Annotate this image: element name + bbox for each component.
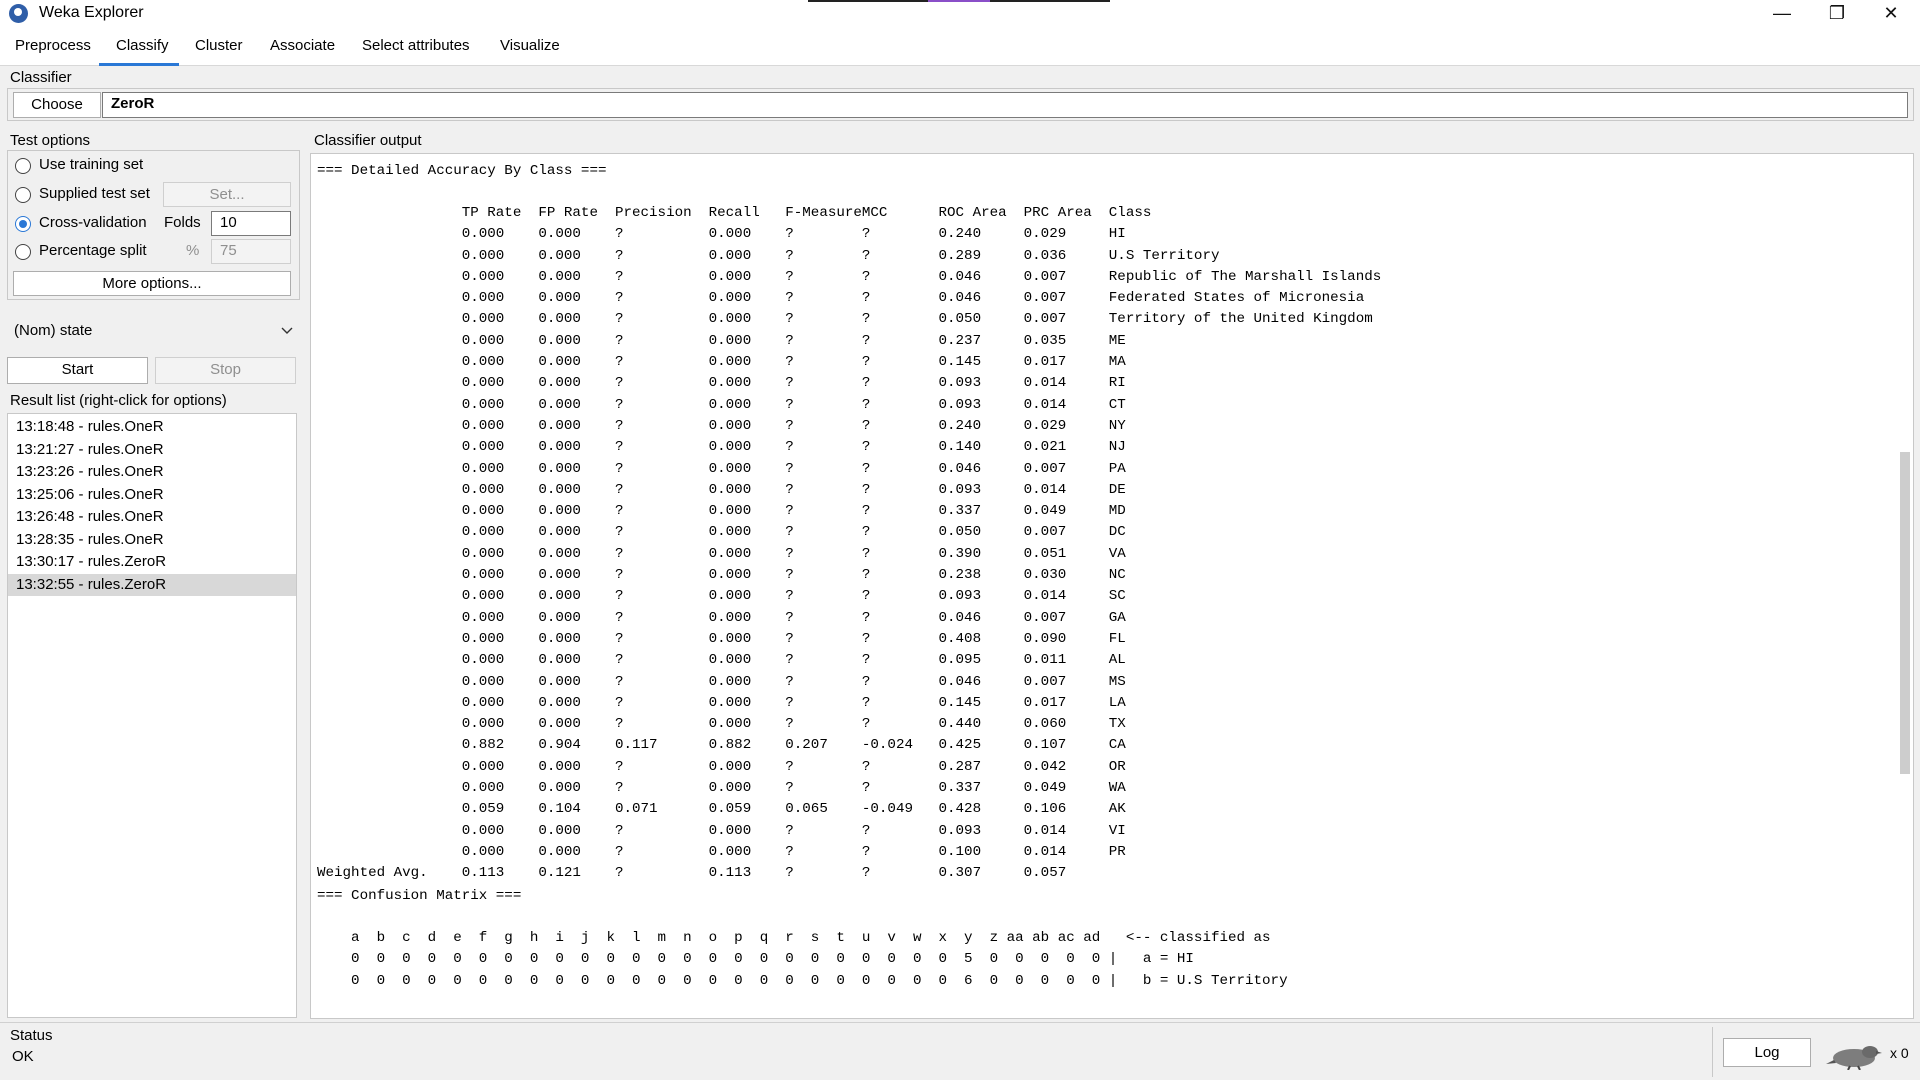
weka-bird-icon[interactable] (1826, 1040, 1882, 1070)
tab-bar: Preprocess Classify Cluster Associate Se… (0, 27, 1920, 66)
result-item[interactable]: 13:30:17 - rules.ZeroR (8, 551, 296, 574)
accuracy-row: 0.000 0.000 ? 0.000 ? ? 0.440 0.060 TX (317, 716, 1126, 733)
accuracy-row: 0.000 0.000 ? 0.000 ? ? 0.093 0.014 RI (317, 375, 1126, 392)
accuracy-row: 0.000 0.000 ? 0.000 ? ? 0.046 0.007 Fede… (317, 290, 1365, 307)
folds-input[interactable]: 10 (211, 211, 291, 236)
title-progress-strip (808, 0, 1110, 2)
class-attribute-select[interactable]: (Nom) state (7, 316, 300, 346)
log-button[interactable]: Log (1723, 1038, 1811, 1067)
accuracy-row: 0.000 0.000 ? 0.000 ? ? 0.050 0.007 DC (317, 524, 1126, 541)
result-list-label: Result list (right-click for options) (10, 392, 227, 409)
accuracy-row: 0.000 0.000 ? 0.000 ? ? 0.046 0.007 PA (317, 460, 1126, 477)
accuracy-row: 0.000 0.000 ? 0.000 ? ? 0.046 0.007 MS (317, 673, 1126, 690)
tab-associate[interactable]: Associate (270, 37, 335, 54)
accuracy-row: 0.000 0.000 ? 0.000 ? ? 0.337 0.049 MD (317, 503, 1126, 520)
accuracy-row: 0.000 0.000 ? 0.000 ? ? 0.287 0.042 OR (317, 758, 1126, 775)
output-scrollbar-thumb[interactable] (1900, 452, 1910, 774)
set-test-set-button[interactable]: Set... (163, 182, 291, 207)
stop-button[interactable]: Stop (155, 357, 296, 384)
task-count: x 0 (1890, 1045, 1909, 1061)
accuracy-row: 0.000 0.000 ? 0.000 ? ? 0.289 0.036 U.S … (317, 247, 1220, 264)
accuracy-row: 0.000 0.000 ? 0.000 ? ? 0.337 0.049 WA (317, 780, 1126, 797)
percentage-input[interactable]: 75 (211, 239, 291, 264)
percentage-split-radio[interactable] (15, 244, 31, 260)
accuracy-column-headers: TP Rate FP Rate Precision Recall F-Measu… (317, 205, 1152, 221)
use-training-set-label: Use training set (39, 156, 144, 173)
choose-classifier-button[interactable]: Choose (13, 92, 101, 118)
supplied-test-set-radio[interactable] (15, 187, 31, 203)
accuracy-row: 0.000 0.000 ? 0.000 ? ? 0.093 0.014 DE (317, 481, 1126, 498)
active-tab-indicator (99, 63, 179, 66)
confusion-column-headers: a b c d e f g h i j k l m n o p q r s t … (317, 930, 1271, 946)
percent-symbol: % (186, 242, 200, 259)
accuracy-row: 0.000 0.000 ? 0.000 ? ? 0.100 0.014 PR (317, 843, 1126, 860)
confusion-row: 0 0 0 0 0 0 0 0 0 0 0 0 0 0 0 0 0 0 0 0 … (317, 951, 1194, 968)
more-options-button[interactable]: More options... (13, 271, 291, 296)
close-button[interactable]: ✕ (1864, 0, 1918, 27)
status-text: OK (12, 1048, 34, 1065)
start-button[interactable]: Start (7, 357, 148, 384)
accuracy-row: 0.000 0.000 ? 0.000 ? ? 0.408 0.090 FL (317, 630, 1126, 647)
accuracy-header: === Detailed Accuracy By Class === (317, 163, 607, 179)
minimize-button[interactable]: — (1755, 0, 1809, 27)
status-label: Status (10, 1027, 53, 1044)
accuracy-row: 0.000 0.000 ? 0.000 ? ? 0.237 0.035 ME (317, 332, 1126, 349)
classifier-group-label: Classifier (10, 69, 72, 86)
accuracy-row: 0.000 0.000 ? 0.000 ? ? 0.390 0.051 VA (317, 545, 1126, 562)
confusion-matrix: a b c d e f g h i j k l m n o p q r s t … (317, 928, 1288, 992)
accuracy-row: 0.000 0.000 ? 0.000 ? ? 0.145 0.017 MA (317, 354, 1126, 371)
result-item-selected[interactable]: 13:32:55 - rules.ZeroR (8, 573, 296, 596)
accuracy-row: 0.000 0.000 ? 0.000 ? ? 0.093 0.014 VI (317, 822, 1126, 839)
result-item[interactable]: 13:26:48 - rules.OneR (8, 506, 296, 529)
result-item[interactable]: 13:21:27 - rules.OneR (8, 439, 296, 462)
use-training-set-radio[interactable] (15, 158, 31, 174)
cross-validation-radio[interactable] (15, 216, 31, 232)
result-item[interactable]: 13:25:06 - rules.OneR (8, 484, 296, 507)
accuracy-row: 0.000 0.000 ? 0.000 ? ? 0.046 0.007 GA (317, 609, 1126, 626)
classifier-output-label: Classifier output (314, 132, 422, 149)
tab-cluster[interactable]: Cluster (195, 37, 243, 54)
accuracy-row: 0.000 0.000 ? 0.000 ? ? 0.240 0.029 NY (317, 417, 1126, 434)
accuracy-row: 0.000 0.000 ? 0.000 ? ? 0.046 0.007 Repu… (317, 268, 1382, 285)
accuracy-row: 0.000 0.000 ? 0.000 ? ? 0.145 0.017 LA (317, 694, 1126, 711)
accuracy-row: 0.000 0.000 ? 0.000 ? ? 0.238 0.030 NC (317, 567, 1126, 584)
accuracy-row: 0.000 0.000 ? 0.000 ? ? 0.140 0.021 NJ (317, 439, 1126, 456)
chevron-down-icon (281, 327, 293, 334)
tab-visualize[interactable]: Visualize (500, 37, 560, 54)
result-item[interactable]: 13:23:26 - rules.OneR (8, 461, 296, 484)
confusion-row: 0 0 0 0 0 0 0 0 0 0 0 0 0 0 0 0 0 0 0 0 … (317, 972, 1288, 989)
status-divider (1712, 1027, 1713, 1077)
result-item[interactable]: 13:18:48 - rules.OneR (8, 416, 296, 439)
accuracy-table: TP Rate FP Rate Precision Recall F-Measu… (317, 203, 1381, 885)
title-bar: Weka Explorer — ❐ ✕ (0, 0, 1920, 27)
cross-validation-label: Cross-validation (39, 214, 147, 231)
accuracy-row: 0.059 0.104 0.071 0.059 0.065 -0.049 0.4… (317, 801, 1126, 818)
tab-classify[interactable]: Classify (116, 37, 169, 54)
test-options-label: Test options (10, 132, 91, 149)
tab-preprocess[interactable]: Preprocess (15, 37, 91, 54)
accuracy-row: Weighted Avg. 0.113 0.121 ? 0.113 ? ? 0.… (317, 865, 1109, 882)
window-title: Weka Explorer (39, 4, 144, 21)
result-list: 13:18:48 - rules.OneR 13:21:27 - rules.O… (7, 413, 297, 1018)
accuracy-row: 0.000 0.000 ? 0.000 ? ? 0.093 0.014 SC (317, 588, 1126, 605)
supplied-test-set-label: Supplied test set (39, 185, 150, 202)
accuracy-row: 0.882 0.904 0.117 0.882 0.207 -0.024 0.4… (317, 737, 1126, 754)
status-bar: Status OK Log x 0 (0, 1022, 1920, 1080)
accuracy-row: 0.000 0.000 ? 0.000 ? ? 0.093 0.014 CT (317, 396, 1126, 413)
tab-select-attributes[interactable]: Select attributes (362, 37, 470, 54)
percentage-split-label: Percentage split (39, 242, 147, 259)
result-item[interactable]: 13:28:35 - rules.OneR (8, 529, 296, 552)
maximize-button[interactable]: ❐ (1810, 0, 1864, 27)
folds-label: Folds (164, 214, 201, 231)
accuracy-row: 0.000 0.000 ? 0.000 ? ? 0.240 0.029 HI (317, 226, 1126, 243)
accuracy-row: 0.000 0.000 ? 0.000 ? ? 0.050 0.007 Terr… (317, 311, 1373, 328)
class-attribute-value: (Nom) state (14, 322, 93, 339)
accuracy-row: 0.000 0.000 ? 0.000 ? ? 0.095 0.011 AL (317, 652, 1126, 669)
weka-app-icon (9, 4, 28, 23)
classifier-output-area[interactable]: === Detailed Accuracy By Class === TP Ra… (310, 153, 1914, 1019)
classifier-field[interactable]: ZeroR (102, 92, 1908, 118)
confusion-header: === Confusion Matrix === (317, 888, 522, 904)
